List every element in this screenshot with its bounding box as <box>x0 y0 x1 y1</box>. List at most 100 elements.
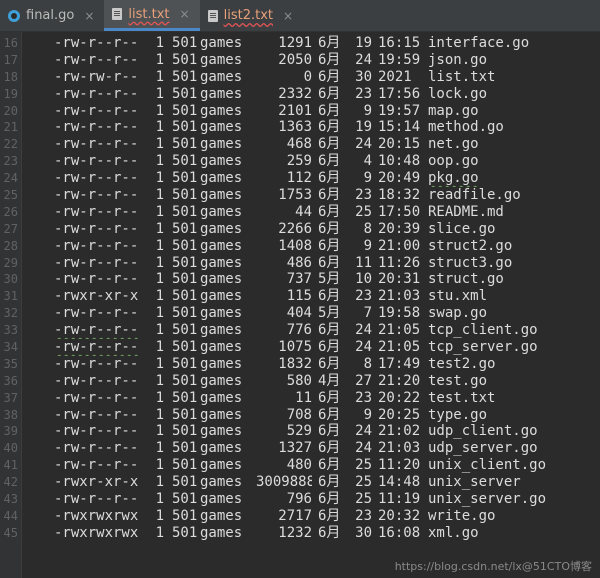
day: 24 <box>355 423 372 440</box>
time: 20:39 <box>378 220 421 237</box>
group: games <box>200 35 243 51</box>
day: 30 <box>355 524 372 541</box>
editor-tab-bar: final.go × list.txt × list2.txt × <box>0 0 600 32</box>
editor-area[interactable]: 16 17 18 19 20 21 22 23 24 25 26 27 28 29 30 31 32 33 34 35… <box>0 32 600 578</box>
list-line: -rw-r--r-- 1 501 games 112 6月 9 20:49 pkg.go <box>54 170 600 187</box>
time: 18:32 <box>378 187 421 204</box>
group: games <box>200 254 243 271</box>
group: games <box>200 153 243 170</box>
time: 16:15 <box>378 35 421 51</box>
link-count: 1 <box>155 187 164 204</box>
owner: 501 <box>172 203 198 220</box>
group: games <box>200 85 243 102</box>
owner: 501 <box>172 339 198 356</box>
close-icon[interactable]: × <box>180 7 190 21</box>
tab-final-go[interactable]: final.go × <box>0 0 104 31</box>
text-file-icon <box>207 9 218 22</box>
line-number: 16 <box>3 36 18 50</box>
day: 9 <box>363 237 372 254</box>
file-name: method.go <box>428 119 504 136</box>
month: 6月 <box>318 237 341 254</box>
day: 19 <box>355 35 372 51</box>
group: games <box>200 136 243 153</box>
permissions: -rw-rw-r-- <box>54 68 139 85</box>
link-count: 1 <box>155 474 164 491</box>
link-count: 1 <box>155 322 164 339</box>
file-size: 1363 <box>278 119 312 136</box>
tab-list2-txt[interactable]: list2.txt × <box>200 0 303 31</box>
month: 6月 <box>318 507 341 524</box>
list-line: -rw-r--r-- 1 501 games 2266 6月 8 20:39 slice.go <box>54 221 600 238</box>
close-icon[interactable]: × <box>84 9 94 23</box>
file-name: udp_client.go <box>428 423 538 440</box>
owner: 501 <box>172 288 198 305</box>
day: 7 <box>363 305 372 322</box>
group: games <box>200 474 243 491</box>
line-number: 30 <box>3 272 18 287</box>
link-count: 1 <box>155 254 164 271</box>
link-count: 1 <box>155 491 164 508</box>
line-number: 44 <box>3 508 18 523</box>
permissions: -rw-r--r-- <box>54 153 139 170</box>
line-number: 32 <box>3 306 18 321</box>
group: games <box>200 119 243 136</box>
time: 21:02 <box>378 423 421 440</box>
close-icon[interactable]: × <box>283 9 293 23</box>
list-line: -rw-r--r-- 1 501 games 44 6月 25 17:50 README.md <box>54 204 600 221</box>
code-content[interactable]: -rw-r--r-- 1 501 games 1291 6月 19 16:15 interfac… <box>22 32 600 578</box>
file-name: write.go <box>428 507 496 524</box>
month: 6月 <box>318 491 341 508</box>
tab-list-txt[interactable]: list.txt × <box>104 0 200 31</box>
time: 2021 <box>378 68 412 85</box>
month: 6月 <box>318 220 341 237</box>
file-name: interface.go <box>428 35 530 51</box>
file-size: 2717 <box>278 507 312 524</box>
month: 6月 <box>318 457 341 474</box>
file-name: list.txt <box>428 68 496 85</box>
file-size: 1075 <box>278 339 312 356</box>
file-size: 2332 <box>278 85 312 102</box>
time: 17:49 <box>378 355 421 372</box>
group: games <box>200 457 243 474</box>
time: 19:58 <box>378 305 421 322</box>
file-name: unix_server <box>428 474 521 491</box>
line-number: 23 <box>3 154 18 169</box>
list-line: -rw-r--r-- 1 501 games 776 6月 24 21:05 tcp_clien… <box>54 322 600 339</box>
link-count: 1 <box>155 524 164 541</box>
line-number: 41 <box>3 458 18 473</box>
permissions: -rw-r--r-- <box>54 51 139 68</box>
file-name: xml.go <box>428 524 479 541</box>
link-count: 1 <box>155 170 164 187</box>
time: 21:05 <box>378 339 421 356</box>
file-name: struct2.go <box>428 237 513 254</box>
file-size: 2050 <box>278 51 312 68</box>
file-name: tcp_client.go <box>428 322 538 339</box>
line-number: 34 <box>3 340 18 355</box>
month: 6月 <box>318 423 341 440</box>
list-line: -rw-r--r-- 1 501 games 1075 6月 24 21:05 tcp_serv… <box>54 339 600 356</box>
file-size: 11 <box>295 389 312 406</box>
permissions: -rw-r--r-- <box>54 85 139 102</box>
owner: 501 <box>172 507 198 524</box>
tab-label: list2.txt <box>223 8 273 23</box>
permissions: -rw-r--r-- <box>54 406 139 423</box>
link-count: 1 <box>155 271 164 288</box>
file-size: 486 <box>286 254 312 271</box>
owner: 501 <box>172 440 198 457</box>
group: games <box>200 372 243 389</box>
owner: 501 <box>172 524 198 541</box>
group: games <box>200 203 243 220</box>
file-name: unix_client.go <box>428 457 547 474</box>
link-count: 1 <box>155 339 164 356</box>
owner: 501 <box>172 136 198 153</box>
owner: 501 <box>172 406 198 423</box>
day: 9 <box>363 102 372 119</box>
owner: 501 <box>172 372 198 389</box>
file-name: unix_server.go <box>428 491 547 508</box>
file-size: 259 <box>286 153 312 170</box>
file-size: 776 <box>286 322 312 339</box>
group: games <box>200 237 243 254</box>
line-number: 43 <box>3 492 18 507</box>
group: games <box>200 423 243 440</box>
line-number: 24 <box>3 171 18 186</box>
